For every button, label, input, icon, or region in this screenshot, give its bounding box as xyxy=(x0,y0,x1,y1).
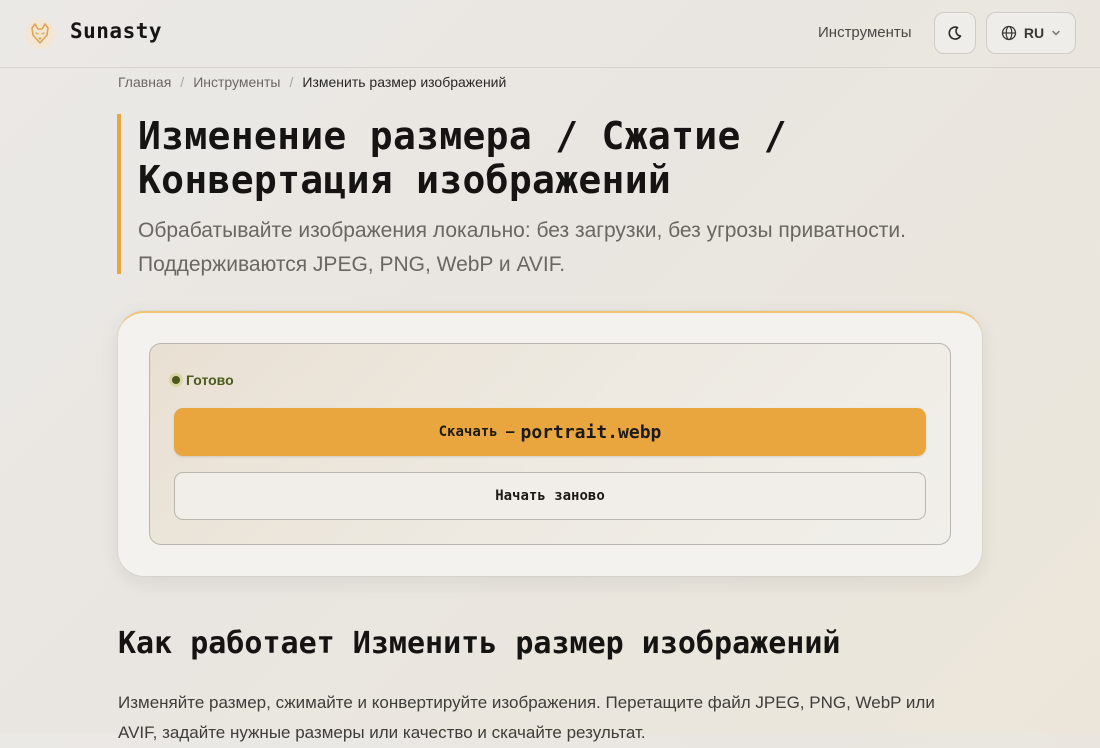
status-label: Готово xyxy=(186,372,234,388)
language-select[interactable]: RU xyxy=(986,12,1076,54)
restart-button[interactable]: Начать заново xyxy=(174,472,926,520)
theme-toggle-button[interactable] xyxy=(934,12,976,54)
page-subtitle: Обрабатывайте изображения локально: без … xyxy=(138,219,906,276)
globe-icon xyxy=(1001,25,1017,41)
page-title-line-1: Изменение размера / Сжатие / xyxy=(138,114,787,158)
status-indicator: Готово xyxy=(172,372,234,388)
page-title: Изменение размера / Сжатие / Конвертация… xyxy=(138,114,977,202)
brand-name[interactable]: Sunasty xyxy=(70,19,162,43)
download-button[interactable]: Скачать — portrait.webp xyxy=(174,408,926,456)
hero-section: Изменение размера / Сжатие / Конвертация… xyxy=(117,114,977,276)
breadcrumb-separator: / xyxy=(289,74,294,90)
fox-logo-icon[interactable] xyxy=(24,18,56,50)
download-label: Скачать — xyxy=(438,424,515,440)
tool-card: Готово Скачать — portrait.webp Начать за… xyxy=(118,311,982,576)
nav-tools-link[interactable]: Инструменты xyxy=(818,24,912,41)
moon-icon xyxy=(948,26,962,40)
page-title-line-2: Конвертация изображений xyxy=(138,158,672,202)
breadcrumb-tools[interactable]: Инструменты xyxy=(193,74,280,90)
chevron-down-icon xyxy=(1052,30,1060,36)
status-dot-icon xyxy=(172,376,180,384)
breadcrumb-separator: / xyxy=(180,74,185,90)
breadcrumb-home[interactable]: Главная xyxy=(118,74,171,90)
language-label: RU xyxy=(1023,25,1045,41)
breadcrumb: Главная / Инструменты / Изменить размер … xyxy=(118,74,506,90)
how-it-works-text: Изменяйте размер, сжимайте и конвертируй… xyxy=(118,693,935,742)
breadcrumb-current: Изменить размер изображений xyxy=(302,74,507,90)
download-filename: portrait.webp xyxy=(520,421,662,443)
result-panel: Готово Скачать — portrait.webp Начать за… xyxy=(149,343,951,545)
how-it-works-title: Как работает Изменить размер изображений xyxy=(118,626,841,661)
site-header: Sunasty Инструменты RU xyxy=(0,0,1100,68)
